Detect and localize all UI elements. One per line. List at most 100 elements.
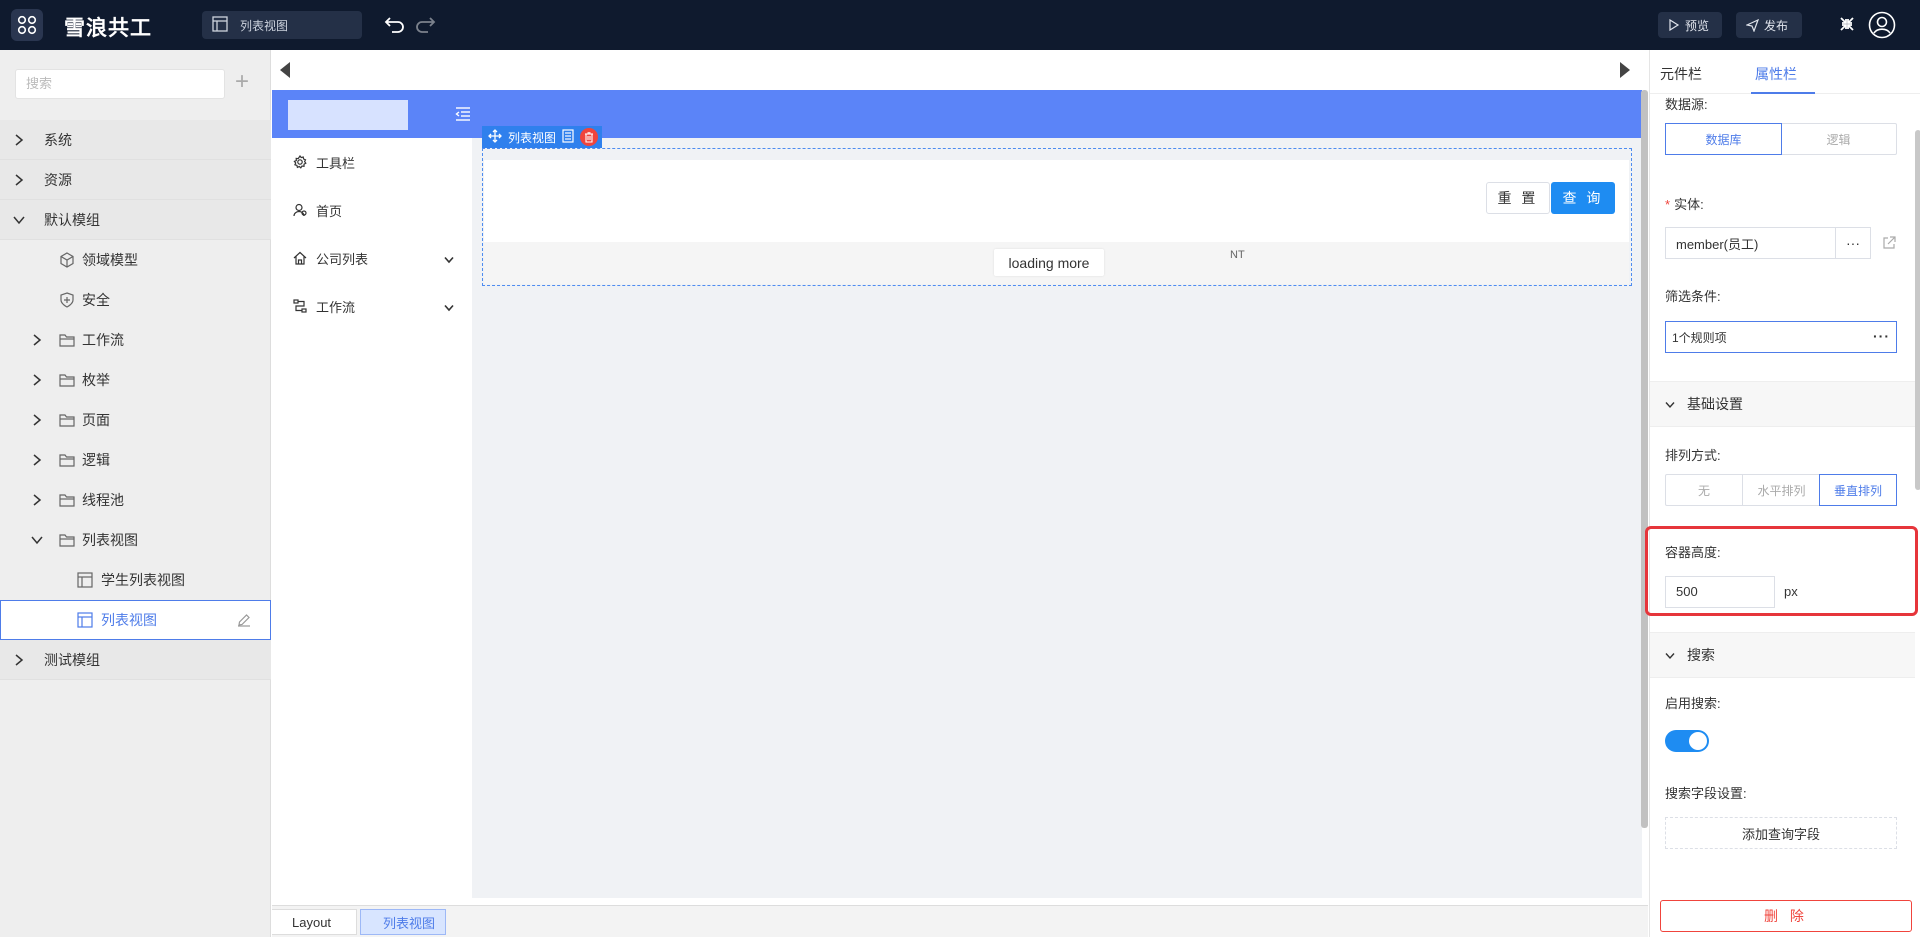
user-group-icon bbox=[292, 202, 308, 218]
tree-item-label: 系统 bbox=[44, 131, 72, 148]
container-height-input[interactable]: 500 bbox=[1665, 576, 1775, 608]
entity-field[interactable]: member(员工) bbox=[1665, 227, 1835, 259]
menu-collapse-icon[interactable] bbox=[455, 107, 471, 124]
tree-item-pages[interactable]: 页面 bbox=[0, 400, 271, 440]
section-basic-settings[interactable]: 基础设置 bbox=[1650, 381, 1915, 427]
properties-panel: 元件栏 属性栏 数据源: 数据库 逻辑 * 实体: member(员工) ··· … bbox=[1645, 50, 1920, 937]
loading-more-indicator: loading more bbox=[994, 249, 1104, 276]
tree-item-domain-model[interactable]: 领域模型 bbox=[0, 240, 271, 280]
entity-label: 实体: bbox=[1674, 197, 1704, 212]
query-button[interactable]: 查 询 bbox=[1551, 182, 1615, 214]
tree-item-thread-pool[interactable]: 线程池 bbox=[0, 480, 271, 520]
menu-item-toolbar[interactable]: 工具栏 bbox=[272, 138, 472, 186]
chevron-right-icon bbox=[30, 373, 44, 387]
tree-item-student-list-view[interactable]: 学生列表视图 bbox=[0, 560, 271, 600]
filter-value: 1个规则项 bbox=[1672, 330, 1727, 345]
active-tab-indicator bbox=[1751, 92, 1815, 94]
breadcrumb-layout[interactable]: Layout bbox=[272, 909, 357, 935]
preview-side-menu: 工具栏 首页 公司列表 工作流 bbox=[272, 138, 472, 898]
publish-label: 发布 bbox=[1764, 18, 1789, 33]
section-label: 基础设置 bbox=[1687, 396, 1743, 412]
chevron-down-icon bbox=[444, 252, 454, 267]
datasource-option-database[interactable]: 数据库 bbox=[1665, 123, 1782, 155]
external-link-icon[interactable] bbox=[1882, 236, 1896, 253]
edit-icon[interactable] bbox=[237, 613, 251, 630]
filter-more-button[interactable]: ··· bbox=[1873, 328, 1890, 344]
tree-item-resource[interactable]: 资源 bbox=[0, 160, 271, 200]
tree-item-label: 默认模组 bbox=[44, 211, 100, 228]
apps-grid-icon[interactable] bbox=[11, 9, 43, 41]
tree-item-list-view-folder[interactable]: 列表视图 bbox=[0, 520, 271, 560]
datasource-selector: 数据库 逻辑 bbox=[1665, 123, 1897, 155]
section-label: 搜索 bbox=[1687, 647, 1715, 663]
breadcrumb-list-view[interactable]: 列表视图 bbox=[360, 909, 446, 935]
shield-icon bbox=[59, 292, 75, 308]
tree-item-list-view[interactable]: 列表视图 bbox=[0, 600, 271, 640]
move-icon[interactable] bbox=[488, 128, 502, 146]
tree-item-logic[interactable]: 逻辑 bbox=[0, 440, 271, 480]
logo-placeholder bbox=[288, 100, 408, 130]
sort-option-horizontal[interactable]: 水平排列 bbox=[1743, 475, 1820, 505]
tree-item-default-module[interactable]: 默认模组 bbox=[0, 200, 271, 240]
publish-button[interactable]: 发布 bbox=[1736, 12, 1802, 38]
tree-item-workflow[interactable]: 工作流 bbox=[0, 320, 271, 360]
datasource-label: 数据源: bbox=[1665, 97, 1708, 112]
entity-more-button[interactable]: ··· bbox=[1835, 227, 1871, 259]
canvas-scrollbar[interactable] bbox=[1641, 90, 1648, 828]
layout-icon bbox=[212, 15, 228, 35]
delete-icon[interactable] bbox=[580, 128, 599, 146]
layout-icon bbox=[77, 572, 93, 588]
reset-button[interactable]: 重 置 bbox=[1486, 182, 1550, 214]
search-input[interactable]: 搜索 bbox=[15, 69, 225, 99]
chevron-down-icon bbox=[1665, 647, 1675, 663]
tree-item-security[interactable]: 安全 bbox=[0, 280, 271, 320]
scroll-left-icon[interactable] bbox=[280, 62, 290, 78]
app-title: 雪浪共工 bbox=[64, 17, 152, 40]
tree-item-label: 逻辑 bbox=[82, 452, 110, 468]
chevron-right-icon bbox=[12, 653, 26, 667]
add-query-field-button[interactable]: 添加查询字段 bbox=[1665, 817, 1897, 849]
sort-selector: 无 水平排列 垂直排列 bbox=[1665, 474, 1897, 506]
tree-item-system[interactable]: 系统 bbox=[0, 120, 271, 160]
preview-button[interactable]: 预览 bbox=[1658, 12, 1722, 38]
enable-search-toggle[interactable] bbox=[1665, 730, 1709, 752]
add-icon[interactable]: + bbox=[235, 70, 249, 94]
menu-item-home[interactable]: 首页 bbox=[272, 186, 472, 234]
sort-option-vertical[interactable]: 垂直排列 bbox=[1819, 474, 1897, 506]
page-tab-label: 列表视图 bbox=[240, 18, 289, 33]
tree-item-test-module[interactable]: 测试模组 bbox=[0, 640, 271, 680]
panel-scrollbar[interactable] bbox=[1915, 130, 1920, 490]
chevron-down-icon bbox=[12, 213, 26, 227]
layout-icon bbox=[77, 612, 93, 628]
design-canvas: 工具栏 首页 公司列表 工作流 NT 列表视图 重 置 查 询 loading … bbox=[272, 90, 1642, 898]
chevron-down-icon bbox=[30, 533, 44, 547]
preview-app-header bbox=[272, 90, 1642, 138]
copy-icon[interactable] bbox=[562, 128, 574, 146]
undo-icon[interactable] bbox=[384, 14, 406, 37]
current-page-tab[interactable]: 列表视图 bbox=[202, 11, 362, 39]
chevron-right-icon bbox=[30, 413, 44, 427]
fullscreen-icon[interactable] bbox=[1838, 15, 1856, 36]
datasource-option-logic[interactable]: 逻辑 bbox=[1781, 124, 1896, 154]
search-fields-label: 搜索字段设置: bbox=[1665, 786, 1747, 801]
user-avatar-icon[interactable] bbox=[1868, 11, 1896, 42]
redo-icon[interactable] bbox=[414, 14, 436, 37]
chevron-right-icon bbox=[30, 333, 44, 347]
sort-option-none[interactable]: 无 bbox=[1666, 475, 1743, 505]
tree-item-label: 页面 bbox=[82, 412, 110, 428]
section-search[interactable]: 搜索 bbox=[1650, 632, 1915, 678]
menu-item-company-list[interactable]: 公司列表 bbox=[272, 234, 472, 282]
menu-item-workflow[interactable]: 工作流 bbox=[272, 282, 472, 330]
send-icon bbox=[1746, 18, 1759, 32]
filter-label: 筛选条件: bbox=[1665, 289, 1721, 304]
tree-item-enum[interactable]: 枚举 bbox=[0, 360, 271, 400]
filter-field[interactable]: 1个规则项 ··· bbox=[1665, 321, 1897, 353]
required-mark: * bbox=[1665, 197, 1671, 212]
canvas-toolbar bbox=[272, 50, 1648, 90]
tab-properties[interactable]: 属性栏 bbox=[1755, 64, 1797, 84]
component-tag[interactable]: 列表视图 bbox=[482, 126, 603, 148]
chevron-right-icon bbox=[12, 173, 26, 187]
scroll-right-icon[interactable] bbox=[1620, 62, 1630, 78]
tab-components[interactable]: 元件栏 bbox=[1660, 64, 1702, 84]
delete-button[interactable]: 删 除 bbox=[1660, 900, 1912, 932]
